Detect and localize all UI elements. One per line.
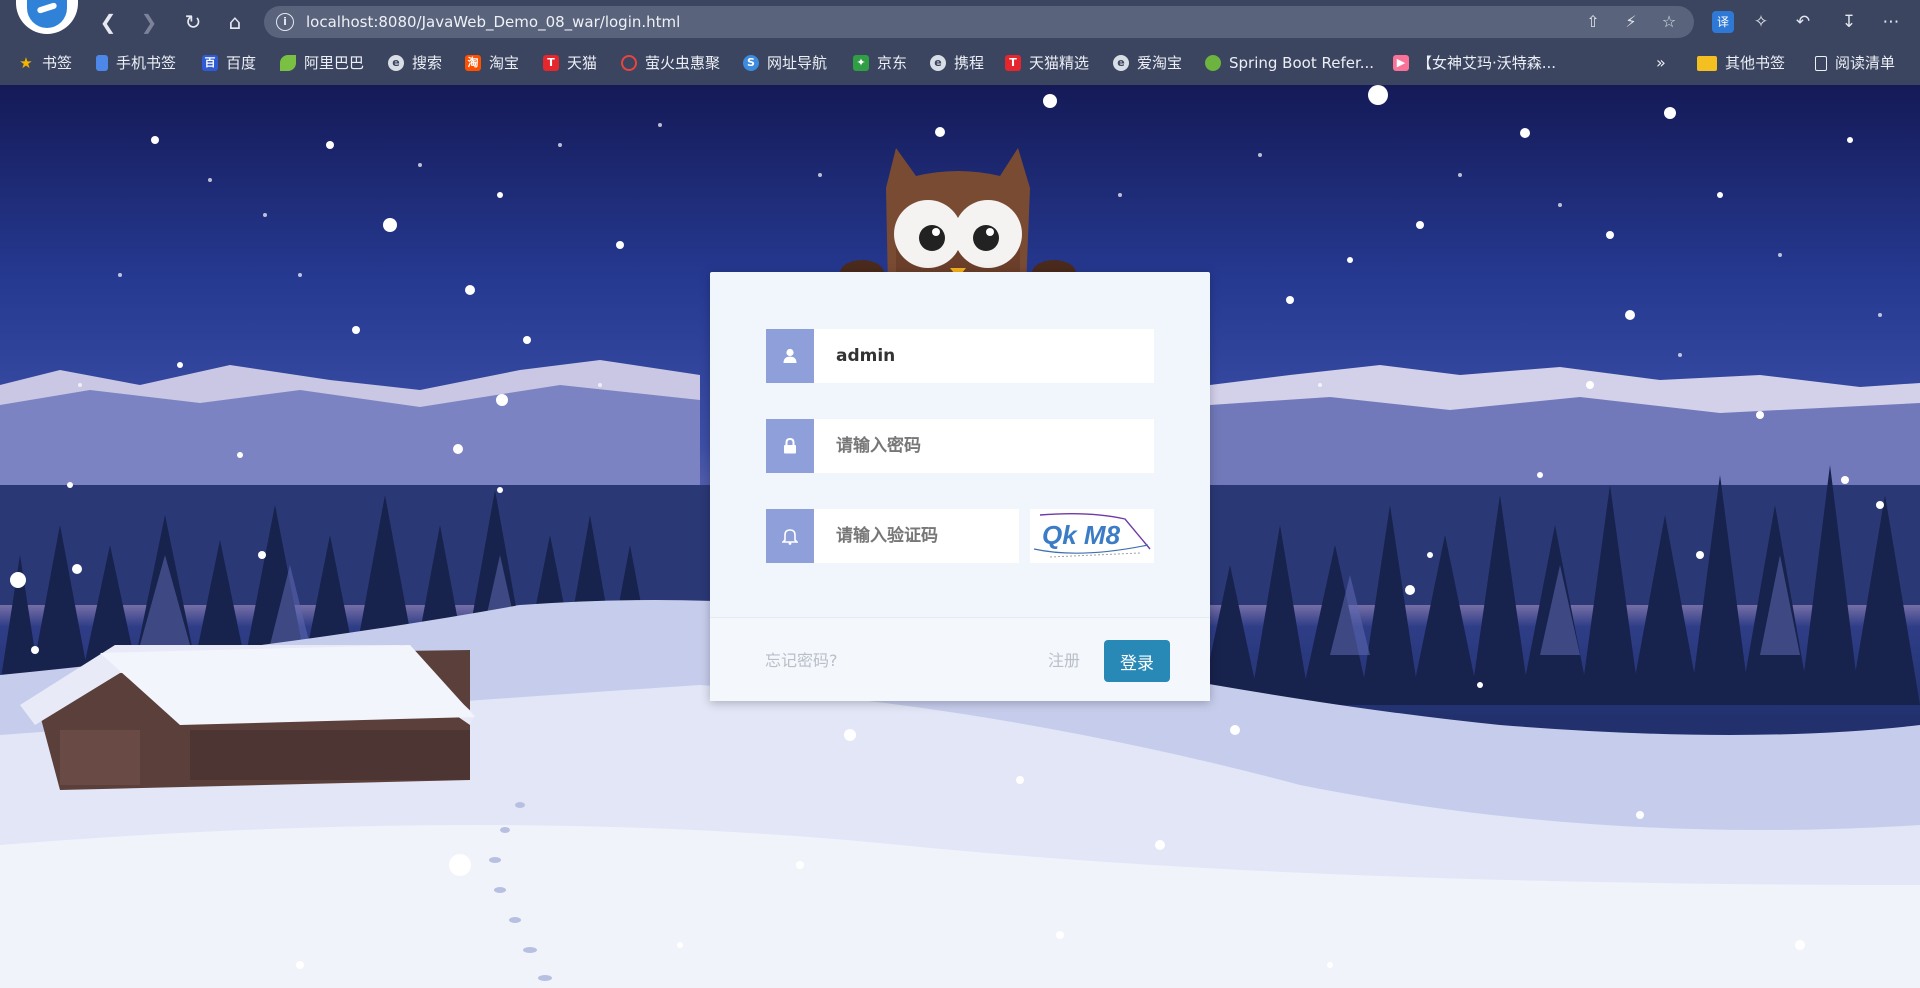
nav-site-icon: S [743, 55, 759, 71]
search-site-icon: e [388, 55, 404, 71]
browser-toolbar: ❮ ❯ ↻ ⌂ i ⇧ ⚡ ☆ 译 ✧ ↶ ↧ ⋯ [0, 0, 1920, 44]
home-icon[interactable]: ⌂ [221, 8, 249, 36]
forward-icon[interactable]: ❯ [135, 8, 163, 36]
bookmark-item[interactable]: 百百度 [202, 50, 256, 76]
baidu-icon: 百 [202, 55, 218, 71]
back-icon[interactable]: ❮ [94, 8, 122, 36]
user-icon [766, 329, 814, 383]
star-icon: ★ [19, 54, 33, 72]
address-bar[interactable]: i ⇧ ⚡ ☆ [264, 6, 1694, 38]
lightning-icon[interactable]: ⚡ [1620, 11, 1642, 33]
forgot-password-link[interactable]: 忘记密码? [765, 647, 838, 671]
spring-icon [1205, 55, 1221, 71]
browser-logo-icon[interactable] [16, 0, 78, 34]
owl-mascot-icon [840, 148, 1076, 288]
reading-list-icon [1815, 55, 1827, 71]
bookmark-item[interactable]: 手机书签 [96, 50, 176, 76]
other-bookmarks[interactable]: 其他书签 [1697, 50, 1785, 76]
password-input[interactable] [814, 419, 1154, 473]
undo-icon[interactable]: ↶ [1790, 9, 1816, 35]
bookmark-item[interactable]: T 天猫 [543, 50, 597, 76]
captcha-image[interactable]: Qk M8 [1030, 509, 1154, 563]
login-footer: 忘记密码? 注册 登录 [710, 617, 1210, 701]
ctrip-icon: e [930, 55, 946, 71]
bookmark-item[interactable]: 萤火虫惠聚 [621, 50, 720, 76]
bookmark-item[interactable]: Spring Boot Refer... [1205, 50, 1374, 76]
video-icon: ▶ [1393, 55, 1409, 71]
extensions-icon[interactable]: ✧ [1748, 9, 1774, 35]
jd-icon: ✦ [853, 55, 869, 71]
bookmarks-bar: ★ 书签 手机书签 百百度 阿里巴巴 e 搜索 淘淘宝 T 天猫 萤火虫惠聚 S 网址导… [0, 47, 1920, 79]
bookmark-item[interactable]: e 爱淘宝 [1113, 50, 1182, 76]
reading-list[interactable]: 阅读清单 [1815, 50, 1895, 76]
aitaobao-icon: e [1113, 55, 1129, 71]
phone-icon [96, 55, 108, 71]
taobao-icon: 淘 [465, 55, 481, 71]
bookmark-item[interactable]: ✦ 京东 [853, 50, 907, 76]
share-icon[interactable]: ⇧ [1582, 11, 1604, 33]
star-icon[interactable]: ☆ [1658, 11, 1680, 33]
register-link[interactable]: 注册 [1048, 647, 1080, 671]
bookmark-item[interactable]: ▶ 【女神艾玛·沃特森... [1393, 50, 1556, 76]
folder-icon [1697, 55, 1717, 71]
password-field [766, 419, 1154, 473]
lock-icon [766, 419, 814, 473]
site-info-icon[interactable]: i [276, 13, 294, 31]
captcha-field [766, 509, 1019, 563]
bell-icon [766, 509, 814, 563]
more-menu-icon[interactable]: ⋯ [1878, 9, 1904, 35]
reload-icon[interactable]: ↻ [179, 8, 207, 36]
browser-chrome: ❮ ❯ ↻ ⌂ i ⇧ ⚡ ☆ 译 ✧ ↶ ↧ ⋯ ★书签 手机书签 百百度 阿… [0, 0, 1920, 85]
more-bookmarks-icon[interactable]: » [1656, 50, 1666, 76]
bookmark-item[interactable]: e 搜索 [388, 50, 442, 76]
translate-icon[interactable]: 译 [1712, 11, 1734, 33]
captcha-input[interactable] [814, 509, 1019, 563]
url-input[interactable] [306, 6, 1406, 38]
captcha-graphic: Qk M8 [1033, 512, 1151, 558]
bookmark-item[interactable]: 淘淘宝 [465, 50, 519, 76]
captcha-text: Qk M8 [1042, 520, 1121, 550]
bookmark-item[interactable]: T 天猫精选 [1005, 50, 1089, 76]
login-panel: Qk M8 忘记密码? 注册 登录 [710, 272, 1210, 701]
download-icon[interactable]: ↧ [1836, 9, 1862, 35]
username-field [766, 329, 1154, 383]
leaf-icon [280, 55, 296, 71]
bookmark-item[interactable]: 阿里巴巴 [280, 50, 364, 76]
tmall-icon: T [1005, 55, 1021, 71]
username-input[interactable] [814, 329, 1154, 383]
bookmark-item[interactable]: S 网址导航 [743, 50, 827, 76]
tmall-icon: T [543, 55, 559, 71]
login-button[interactable]: 登录 [1104, 640, 1170, 682]
firefly-icon [621, 55, 637, 71]
bookmark-item[interactable]: ★ 书签 [18, 50, 72, 76]
bookmark-item[interactable]: e 携程 [930, 50, 984, 76]
